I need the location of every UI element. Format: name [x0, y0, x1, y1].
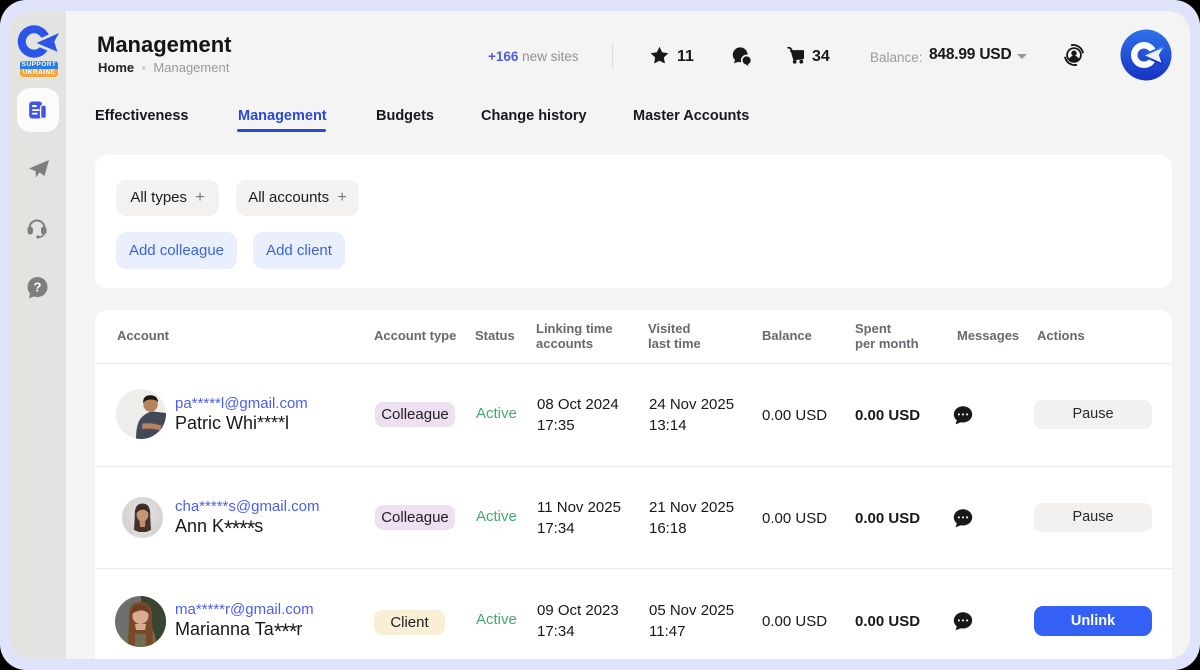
svg-text:?: ? [34, 280, 42, 295]
